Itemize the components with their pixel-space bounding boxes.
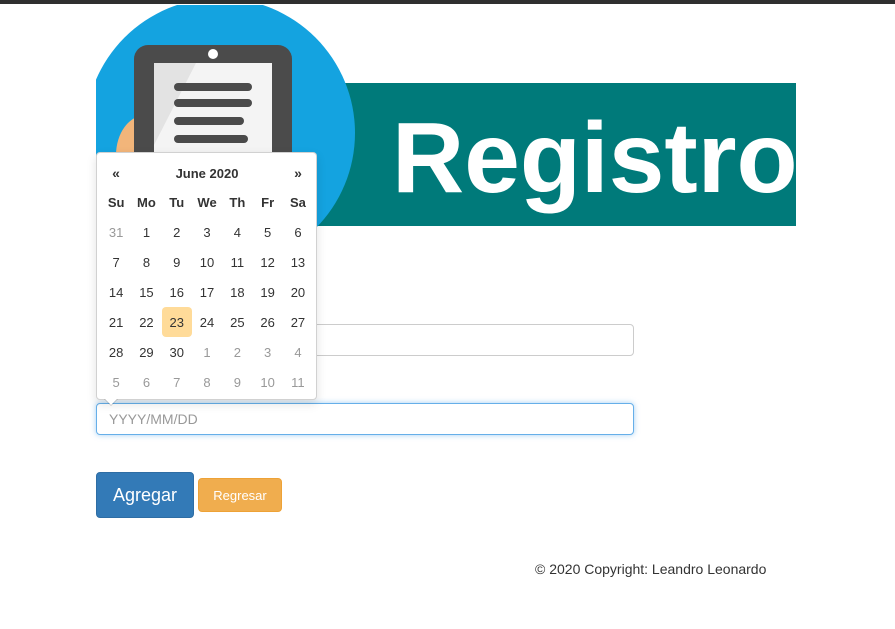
day-cell[interactable]: 27 — [283, 307, 313, 337]
day-cell[interactable]: 31 — [101, 217, 131, 247]
next-month-button[interactable]: » — [283, 165, 313, 181]
day-cell[interactable]: 19 — [252, 277, 282, 307]
day-cell[interactable]: 17 — [192, 277, 222, 307]
weekday-header: Su — [107, 194, 125, 210]
day-cell[interactable]: 14 — [101, 277, 131, 307]
day-cell[interactable]: 3 — [252, 337, 282, 367]
day-cell[interactable]: 15 — [131, 277, 161, 307]
day-cell[interactable]: 9 — [162, 247, 192, 277]
datepicker-grid: Su Mo Tu We Th Fr Sa 31 1 2 3 4 5 6 7 8 9 10 11 12 13 14 15 16 1… — [101, 187, 313, 397]
day-cell[interactable]: 1 — [192, 337, 222, 367]
weekday-header: Tu — [169, 194, 185, 210]
weekday-header: Th — [229, 194, 246, 210]
date-input[interactable] — [96, 403, 634, 435]
day-cell[interactable]: 24 — [192, 307, 222, 337]
day-cell[interactable]: 28 — [101, 337, 131, 367]
day-cell[interactable]: 13 — [283, 247, 313, 277]
day-cell[interactable]: 10 — [192, 247, 222, 277]
datepicker-popup: « June 2020 » Su Mo Tu We Th Fr Sa 31 1 2 3 4 5 6 7 8 9 1… — [96, 152, 317, 406]
day-cell[interactable]: 9 — [222, 367, 252, 397]
weekday-header: We — [197, 194, 217, 210]
day-cell[interactable]: 3 — [192, 217, 222, 247]
day-cell[interactable]: 12 — [252, 247, 282, 277]
day-cell[interactable]: 21 — [101, 307, 131, 337]
agregar-button[interactable]: Agregar — [96, 472, 194, 518]
day-cell[interactable]: 6 — [283, 217, 313, 247]
day-cell[interactable]: 5 — [252, 217, 282, 247]
weekday-header: Fr — [261, 194, 275, 210]
day-cell[interactable]: 5 — [101, 367, 131, 397]
day-cell[interactable]: 25 — [222, 307, 252, 337]
day-cell[interactable]: 20 — [283, 277, 313, 307]
day-cell[interactable]: 4 — [222, 217, 252, 247]
day-cell[interactable]: 2 — [162, 217, 192, 247]
regresar-button[interactable]: Regresar — [198, 478, 282, 512]
day-cell[interactable]: 8 — [131, 247, 161, 277]
footer-copyright: © 2020 Copyright: Leandro Leonardo — [535, 561, 767, 577]
day-cell[interactable]: 29 — [131, 337, 161, 367]
day-cell[interactable]: 11 — [222, 247, 252, 277]
day-cell[interactable]: 26 — [252, 307, 282, 337]
window-top-bar — [0, 0, 895, 4]
day-cell[interactable]: 6 — [131, 367, 161, 397]
day-cell[interactable]: 2 — [222, 337, 252, 367]
day-cell[interactable]: 30 — [162, 337, 192, 367]
banner-title: Registro — [392, 102, 796, 214]
day-cell-today[interactable]: 23 — [161, 307, 192, 337]
prev-month-button[interactable]: « — [101, 165, 131, 181]
datepicker-header: « June 2020 » — [101, 161, 313, 185]
day-cell[interactable]: 16 — [162, 277, 192, 307]
day-cell[interactable]: 11 — [283, 367, 313, 397]
day-cell[interactable]: 1 — [131, 217, 161, 247]
day-cell[interactable]: 22 — [131, 307, 161, 337]
day-cell[interactable]: 10 — [252, 367, 282, 397]
day-cell[interactable]: 18 — [222, 277, 252, 307]
weekday-header: Sa — [289, 194, 306, 210]
month-title[interactable]: June 2020 — [131, 166, 283, 181]
day-cell[interactable]: 7 — [101, 247, 131, 277]
weekday-header: Mo — [137, 194, 156, 210]
day-cell[interactable]: 4 — [283, 337, 313, 367]
day-cell[interactable]: 8 — [192, 367, 222, 397]
day-cell[interactable]: 7 — [162, 367, 192, 397]
